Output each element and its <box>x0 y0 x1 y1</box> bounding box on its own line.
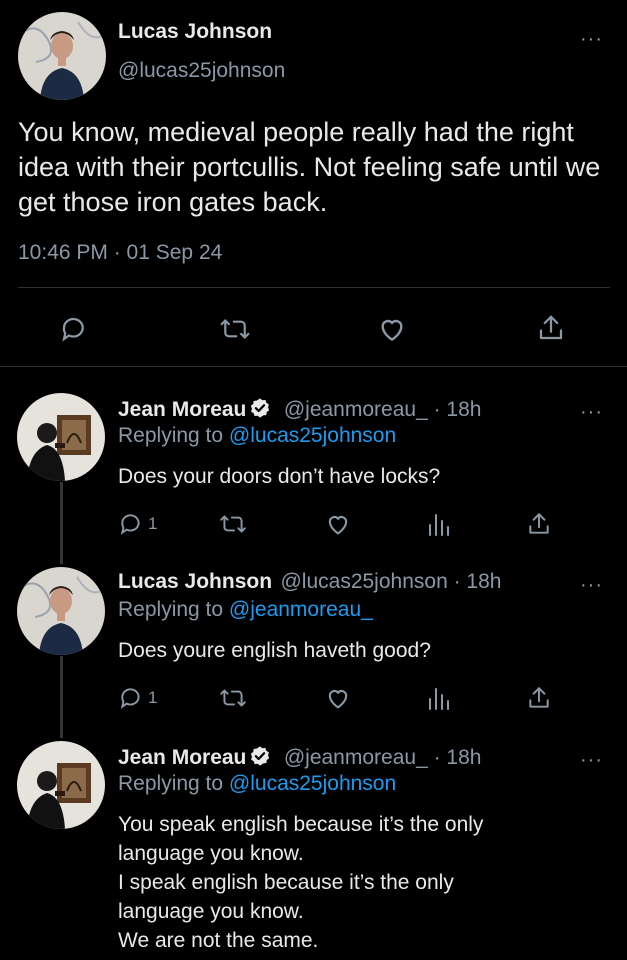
reply-icon <box>120 688 140 709</box>
reply-header: Jean Moreau @jeanmoreau_ · 18h <box>118 745 481 772</box>
replying-to: Replying to @lucas25johnson <box>118 772 396 796</box>
reply-author-name[interactable]: Lucas Johnson <box>118 570 272 593</box>
main-retweet-button[interactable] <box>218 314 252 344</box>
analytics-icon <box>429 514 449 536</box>
replying-to-prefix: Replying to <box>118 424 224 447</box>
share-button[interactable] <box>526 510 552 538</box>
retweet-button[interactable] <box>218 685 248 711</box>
more-icon[interactable]: ··· <box>580 575 603 595</box>
avatar-image <box>18 12 106 100</box>
analytics-button[interactable] <box>426 685 450 711</box>
reply-count: 1 <box>148 688 158 707</box>
replying-to-handle[interactable]: @lucas25johnson <box>229 772 396 795</box>
share-icon <box>539 315 563 340</box>
reply-text-line: You speak english because it’s the only <box>118 813 484 836</box>
main-tweet-text: You know, medieval people really had the… <box>18 117 601 217</box>
reply-button[interactable]: 1 <box>118 511 157 537</box>
like-icon <box>328 690 348 709</box>
verified-icon <box>249 397 271 424</box>
reply-author-name[interactable]: Jean Moreau <box>118 746 246 769</box>
replying-to-handle[interactable]: @lucas25johnson <box>229 424 396 447</box>
reply-count: 1 <box>148 514 158 533</box>
reply-text-line: We are not the same. <box>118 929 319 952</box>
main-like-button[interactable] <box>376 313 408 345</box>
more-icon[interactable]: ··· <box>580 29 603 49</box>
reply-author-name[interactable]: Jean Moreau <box>118 398 246 421</box>
reply-header: Jean Moreau @jeanmoreau_ · 18h <box>118 397 481 424</box>
replying-to-prefix: Replying to <box>118 598 224 621</box>
analytics-icon <box>429 688 449 710</box>
like-icon <box>328 516 348 535</box>
replying-to: Replying to @jeanmoreau_ <box>118 598 373 622</box>
share-icon <box>529 513 549 534</box>
reply-handle-time[interactable]: @jeanmoreau_ · 18h <box>284 746 482 769</box>
reply-icon <box>120 514 140 535</box>
analytics-button[interactable] <box>426 511 450 537</box>
retweet-icon <box>220 689 246 707</box>
main-author-name[interactable]: Lucas Johnson <box>118 20 272 44</box>
main-author-handle[interactable]: @lucas25johnson <box>118 59 285 83</box>
share-button[interactable] <box>526 684 552 712</box>
reply-text: You speak english because it’s the only … <box>118 810 483 955</box>
replying-to: Replying to @lucas25johnson <box>118 424 396 448</box>
thread-divider <box>0 366 627 367</box>
thread-connector-line <box>60 482 63 564</box>
more-icon[interactable]: ··· <box>580 750 603 770</box>
main-reply-button[interactable] <box>59 314 89 344</box>
like-button[interactable] <box>324 684 352 712</box>
avatar-image <box>17 393 105 481</box>
reply-button[interactable]: 1 <box>118 685 157 711</box>
retweet-icon <box>220 515 246 533</box>
like-icon <box>381 319 403 342</box>
reply-text-line: I speak english because it’s the only <box>118 871 454 894</box>
like-button[interactable] <box>324 510 352 538</box>
replying-to-prefix: Replying to <box>118 772 224 795</box>
share-icon <box>529 687 549 708</box>
retweet-icon <box>220 319 250 339</box>
avatar-image <box>17 741 105 829</box>
thread-connector-line <box>60 656 63 738</box>
reply-text: Does youre english haveth good? <box>118 639 431 662</box>
reply-handle-time[interactable]: @lucas25johnson · 18h <box>280 570 501 593</box>
reply-text: Does your doors don’t have locks? <box>118 465 441 488</box>
avatar-image <box>17 567 105 655</box>
verified-icon <box>249 745 271 772</box>
more-icon[interactable]: ··· <box>580 402 603 422</box>
avatar-lucas-johnson[interactable] <box>17 567 105 655</box>
avatar-jean-moreau[interactable] <box>17 741 105 829</box>
reply-text-line: language you know. <box>118 842 304 865</box>
reply-handle-time[interactable]: @jeanmoreau_ · 18h <box>284 398 482 421</box>
reply-text-line: language you know. <box>118 900 304 923</box>
main-share-button[interactable] <box>536 312 566 344</box>
reply-header: Lucas Johnson @lucas25johnson · 18h <box>118 570 501 594</box>
retweet-button[interactable] <box>218 511 248 537</box>
replying-to-handle[interactable]: @jeanmoreau_ <box>229 598 373 621</box>
main-tweet-timestamp[interactable]: 10:46 PM · 01 Sep 24 <box>18 241 222 265</box>
main-divider <box>18 287 610 288</box>
reply-icon <box>62 317 84 342</box>
avatar-lucas-johnson[interactable] <box>18 12 106 100</box>
avatar-jean-moreau[interactable] <box>17 393 105 481</box>
